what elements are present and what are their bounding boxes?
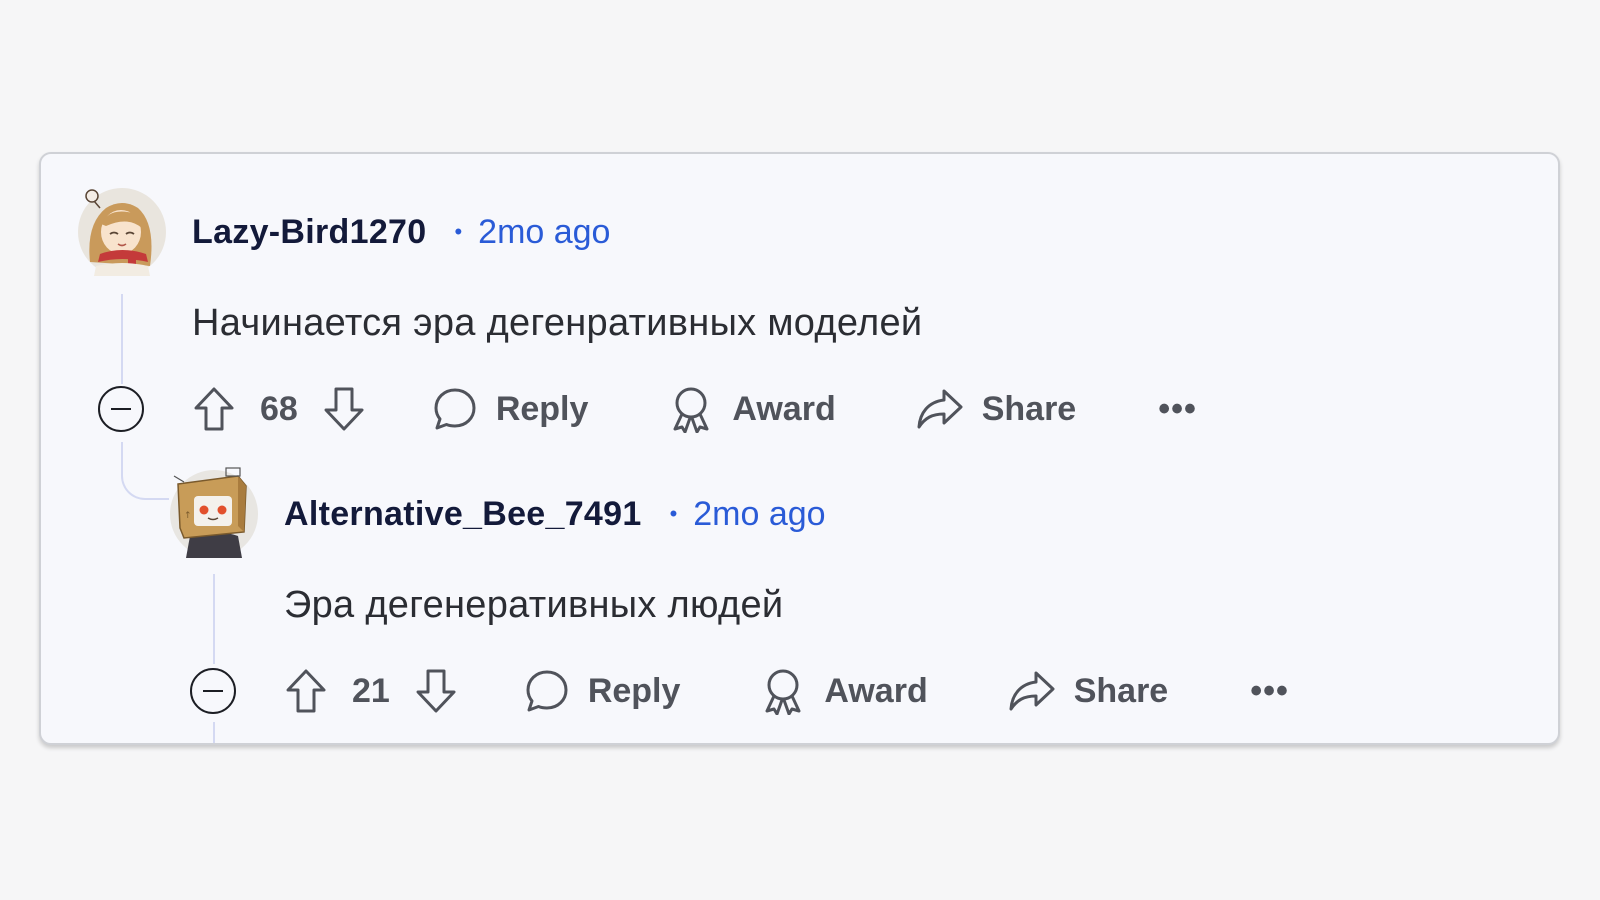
reply-label: Reply	[587, 671, 681, 710]
vote-score: 68	[260, 389, 298, 428]
award-label: Award	[732, 389, 836, 428]
more-options-button[interactable]: •••	[1158, 392, 1197, 426]
separator-dot: •	[669, 501, 678, 526]
comment-header: Alternative_Bee_7491 • 2mo ago	[284, 494, 826, 534]
upvote-button[interactable]	[192, 386, 236, 432]
downvote-button[interactable]	[322, 386, 366, 432]
avatar[interactable]: ↑	[168, 466, 260, 558]
action-bar: 21 Reply Award Share •••	[284, 665, 1289, 717]
share-button[interactable]: Share	[916, 387, 1077, 431]
thread-elbow	[121, 442, 169, 500]
ribbon-award-icon	[765, 669, 801, 715]
timestamp[interactable]: 2mo ago	[693, 495, 825, 534]
share-arrow-icon	[917, 389, 963, 429]
username[interactable]: Lazy-Bird1270	[192, 213, 426, 252]
arrow-down-icon	[324, 387, 364, 431]
arrow-up-icon	[194, 387, 234, 431]
share-button[interactable]: Share	[1008, 669, 1169, 713]
share-arrow-icon	[1009, 671, 1055, 711]
collapse-minus-icon	[111, 407, 131, 411]
award-button[interactable]: Award	[760, 667, 928, 715]
award-button[interactable]: Award	[668, 385, 836, 433]
reply-button[interactable]: Reply	[524, 668, 681, 714]
timestamp[interactable]: 2mo ago	[478, 213, 610, 252]
share-label: Share	[981, 389, 1077, 428]
share-label: Share	[1073, 671, 1169, 710]
collapse-button[interactable]	[190, 668, 236, 714]
award-label: Award	[824, 671, 928, 710]
thread-line-2	[213, 574, 215, 664]
upvote-button[interactable]	[284, 668, 328, 714]
arrow-up-icon	[286, 669, 326, 713]
avatar[interactable]	[76, 184, 168, 276]
avatar-box-head-icon: ↑	[170, 467, 258, 558]
arrow-down-icon	[416, 669, 456, 713]
username[interactable]: Alternative_Bee_7491	[284, 495, 642, 534]
speech-bubble-icon	[434, 388, 476, 430]
action-bar: 68 Reply Award Share •••	[192, 383, 1197, 435]
vote-score: 21	[352, 671, 390, 710]
comment-header: Lazy-Bird1270 • 2mo ago	[192, 212, 610, 252]
comment-text: Начинается эра дегенративных моделей	[192, 302, 923, 344]
reply-button[interactable]: Reply	[432, 386, 589, 432]
collapse-button[interactable]	[98, 386, 144, 432]
thread-line-2-tail	[213, 722, 215, 743]
svg-text:↑: ↑	[184, 511, 192, 521]
thread-line-1	[121, 294, 123, 384]
comment-text: Эра дегенеративных людей	[284, 584, 784, 626]
collapse-minus-icon	[203, 689, 223, 693]
reply-label: Reply	[495, 389, 589, 428]
speech-bubble-icon	[526, 670, 568, 712]
more-options-button[interactable]: •••	[1250, 674, 1289, 708]
ribbon-award-icon	[673, 387, 709, 433]
comment-thread-card: Lazy-Bird1270 • 2mo ago Начинается эра д…	[39, 152, 1560, 745]
avatar-girl-icon	[78, 188, 166, 276]
separator-dot: •	[454, 219, 463, 244]
downvote-button[interactable]	[414, 668, 458, 714]
